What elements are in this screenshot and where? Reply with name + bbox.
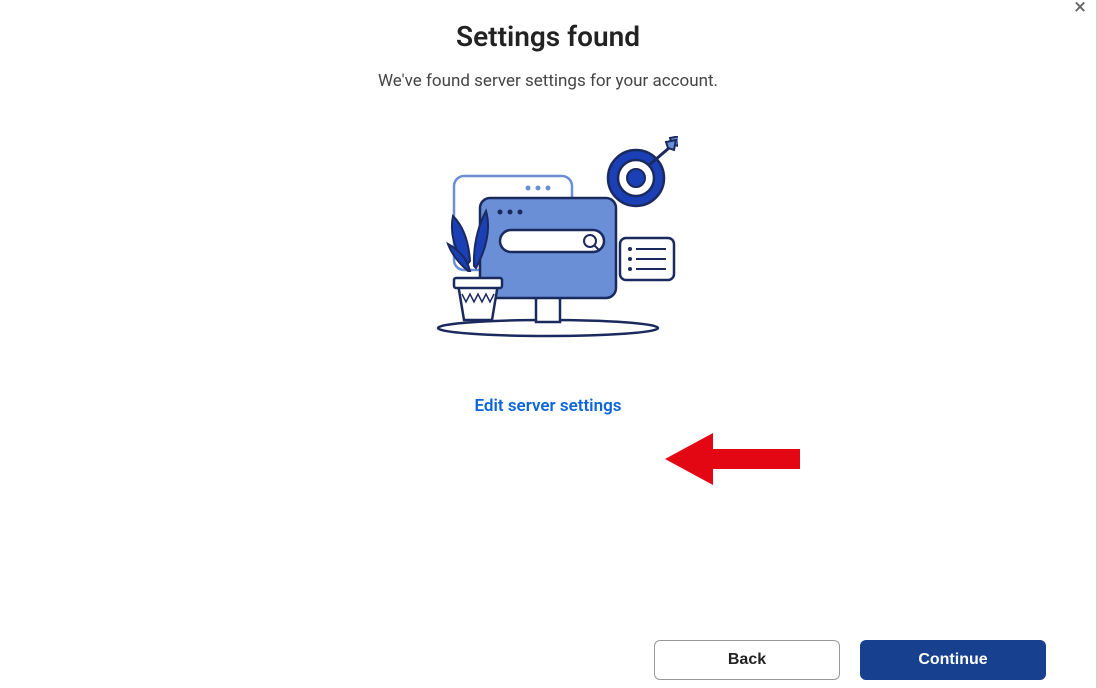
dialog-button-bar: Back Continue: [654, 640, 1046, 680]
back-button[interactable]: Back: [654, 640, 840, 680]
annotation-arrow-icon: [665, 433, 800, 489]
settings-found-illustration: [418, 136, 678, 341]
dialog-subtitle: We've found server settings for your acc…: [378, 71, 718, 91]
continue-button[interactable]: Continue: [860, 640, 1046, 680]
dialog-content: Settings found We've found server settin…: [0, 0, 1096, 416]
close-button[interactable]: ×: [1074, 0, 1086, 19]
edit-server-settings-link[interactable]: Edit server settings: [474, 396, 621, 416]
dialog-title: Settings found: [456, 20, 640, 53]
